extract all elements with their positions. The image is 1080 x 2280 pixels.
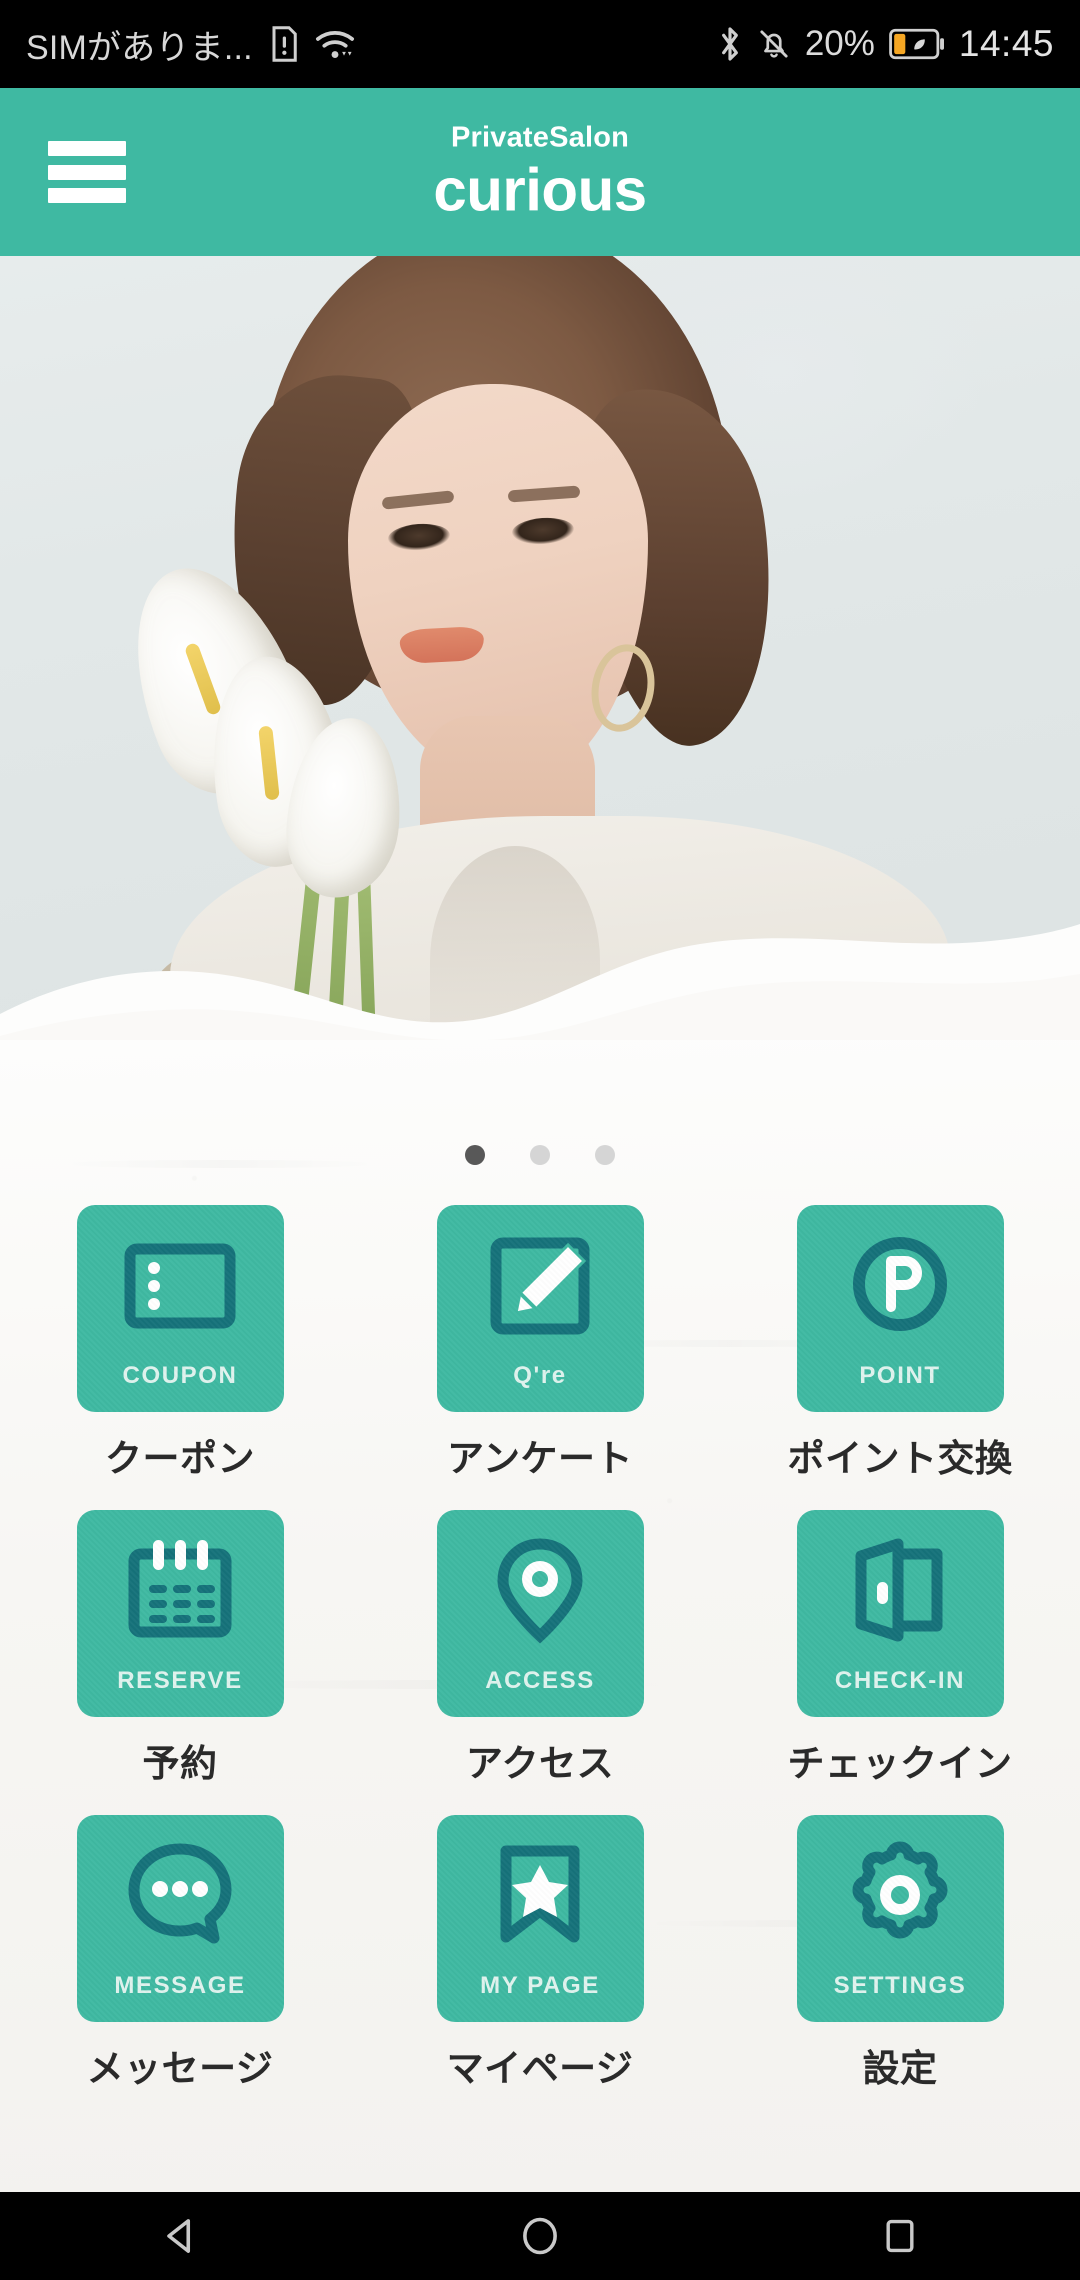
hero-banner[interactable] (0, 256, 1080, 1066)
carrier-label: SIMがありま... (26, 28, 253, 67)
sim-card-alert-icon (272, 26, 297, 62)
menu-tile-caption: Q're (513, 1362, 567, 1389)
gear-icon (852, 1841, 948, 1939)
carousel-indicator (0, 1145, 1080, 1165)
menu-item-label: 予約 (142, 1743, 218, 1784)
clock-label: 14:45 (958, 23, 1054, 64)
brand-logo: PrivateSalon curious (0, 121, 1080, 224)
menu-tile-caption: SETTINGS (833, 1972, 967, 1999)
menu-tile[interactable]: MY PAGE (436, 1815, 644, 2022)
logo-supertitle: PrivateSalon (450, 121, 630, 154)
point-p-circle-icon (853, 1237, 947, 1331)
back-button[interactable] (100, 2192, 260, 2280)
menu-tile[interactable]: SETTINGS (796, 1815, 1004, 2022)
recents-square-icon (886, 2219, 914, 2253)
menu-tile-caption: COUPON (122, 1362, 238, 1389)
status-bar: SIMがありま... 20% 14:45 (0, 0, 1080, 88)
menu-item-label: 設定 (862, 2048, 938, 2089)
bookmark-star-icon (500, 1845, 580, 1943)
carousel-dot-1[interactable] (465, 1145, 485, 1165)
home-circle-icon (523, 2217, 557, 2255)
menu-item-reserve[interactable]: RESERVE 予約 (0, 1510, 360, 1787)
menu-grid: COUPON クーポン Q're アンケート POINT ポイント交換 RESE… (0, 1205, 1080, 2092)
menu-item-label: クーポン (105, 1438, 255, 1479)
recents-button[interactable] (820, 2192, 980, 2280)
app-screen: SIMがありま... 20% 14:45 PrivateSalon curiou… (0, 0, 1080, 2280)
menu-item-coupon[interactable]: COUPON クーポン (0, 1205, 360, 1482)
map-pin-icon (497, 1538, 583, 1644)
coupon-ticket-icon (124, 1243, 236, 1329)
android-navigation-bar (0, 2192, 1080, 2280)
pencil-square-icon (490, 1237, 590, 1335)
menu-item-mypage[interactable]: MY PAGE マイページ (360, 1815, 720, 2092)
menu-item-message[interactable]: MESSAGE メッセージ (0, 1815, 360, 2092)
menu-item-label: ポイント交換 (787, 1438, 1013, 1479)
menu-tile-caption: MY PAGE (480, 1972, 600, 1999)
menu-item-label: チェックイン (787, 1743, 1013, 1784)
open-door-icon (855, 1538, 943, 1642)
status-bar-left: SIMがありま... (26, 20, 355, 69)
logo-title: curious (433, 156, 647, 224)
menu-item-point-exchange[interactable]: POINT ポイント交換 (720, 1205, 1080, 1482)
menu-tile[interactable]: ACCESS (436, 1510, 644, 1717)
menu-tile[interactable]: CHECK-IN (796, 1510, 1004, 1717)
wifi-icon (315, 31, 354, 58)
menu-item-label: アンケート (446, 1438, 634, 1479)
menu-item-label: マイページ (446, 2048, 634, 2089)
menu-tile[interactable]: POINT (796, 1205, 1004, 1412)
menu-tile[interactable]: COUPON (76, 1205, 284, 1412)
menu-item-label: メッセージ (86, 2048, 274, 2089)
home-button[interactable] (460, 2192, 620, 2280)
app-header: PrivateSalon curious (0, 88, 1080, 256)
menu-item-label: アクセス (465, 1743, 615, 1784)
battery-percent-label: 20% (804, 24, 875, 63)
bluetooth-icon (721, 27, 738, 61)
menu-item-settings[interactable]: SETTINGS 設定 (720, 1815, 1080, 2092)
menu-tile-caption: POINT (859, 1362, 941, 1389)
calendar-icon (128, 1540, 232, 1638)
menu-item-access[interactable]: ACCESS アクセス (360, 1510, 720, 1787)
menu-item-questionnaire[interactable]: Q're アンケート (360, 1205, 720, 1482)
speech-bubble-icon (128, 1843, 232, 1944)
menu-tile[interactable]: Q're (436, 1205, 644, 1412)
carousel-dot-2[interactable] (530, 1145, 550, 1165)
menu-tile[interactable]: MESSAGE (76, 1815, 284, 2022)
menu-tile-caption: MESSAGE (114, 1972, 246, 1999)
carousel-dot-3[interactable] (595, 1145, 615, 1165)
back-triangle-icon (167, 2219, 191, 2253)
battery-saver-icon (889, 28, 944, 60)
menu-item-checkin[interactable]: CHECK-IN チェックイン (720, 1510, 1080, 1787)
menu-tile-caption: ACCESS (485, 1667, 595, 1694)
menu-tile[interactable]: RESERVE (76, 1510, 284, 1717)
menu-tile-caption: RESERVE (117, 1667, 243, 1694)
status-bar-right: 20% 14:45 (717, 23, 1054, 65)
notifications-muted-icon (760, 30, 788, 58)
menu-tile-caption: CHECK-IN (834, 1667, 966, 1694)
